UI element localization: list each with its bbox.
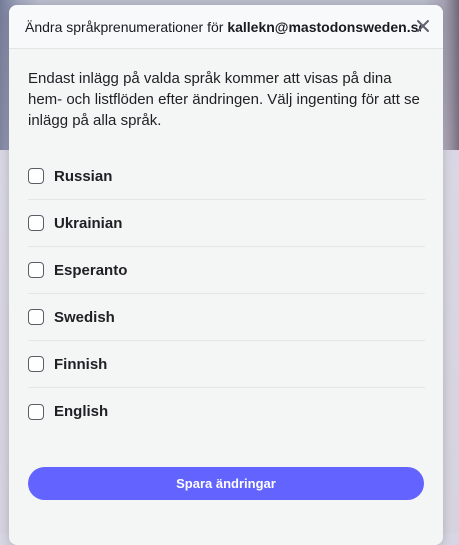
modal-title-account: kallekn@mastodonsweden.se	[227, 18, 421, 35]
modal-footer: Spara ändringar	[28, 467, 424, 500]
close-button[interactable]	[415, 18, 431, 34]
language-label: Russian	[54, 167, 113, 185]
modal-body: Endast inlägg på valda språk kommer att …	[9, 49, 443, 435]
checkbox[interactable]	[28, 215, 44, 231]
checkbox[interactable]	[28, 168, 44, 184]
checkbox[interactable]	[28, 262, 44, 278]
language-label: Finnish	[54, 355, 108, 373]
language-option-ukrainian[interactable]: Ukrainian	[28, 200, 425, 247]
modal-title: Ändra språkprenumerationer för kallekn@m…	[25, 19, 421, 35]
language-label: Swedish	[54, 308, 115, 326]
language-label: English	[54, 403, 109, 420]
language-option-english[interactable]: English	[28, 388, 425, 435]
checkbox[interactable]	[28, 309, 44, 325]
language-subscription-modal: Ändra språkprenumerationer för kallekn@m…	[9, 5, 443, 545]
language-label: Esperanto	[54, 261, 128, 279]
intro-text: Endast inlägg på valda språk kommer att …	[28, 70, 420, 129]
checkbox[interactable]	[28, 356, 44, 372]
language-list: Russian Ukrainian Esperanto Swedish Finn…	[28, 153, 425, 435]
modal-header: Ändra språkprenumerationer för kallekn@m…	[9, 5, 443, 49]
checkbox[interactable]	[28, 403, 44, 420]
modal-title-prefix: Ändra språkprenumerationer för	[25, 18, 228, 35]
language-option-esperanto[interactable]: Esperanto	[28, 247, 425, 294]
language-option-swedish[interactable]: Swedish	[28, 294, 425, 341]
language-label: Ukrainian	[54, 214, 123, 232]
language-option-finnish[interactable]: Finnish	[28, 341, 425, 388]
language-option-russian[interactable]: Russian	[28, 153, 425, 200]
close-icon	[417, 20, 429, 32]
save-changes-button[interactable]: Spara ändringar	[28, 467, 424, 500]
